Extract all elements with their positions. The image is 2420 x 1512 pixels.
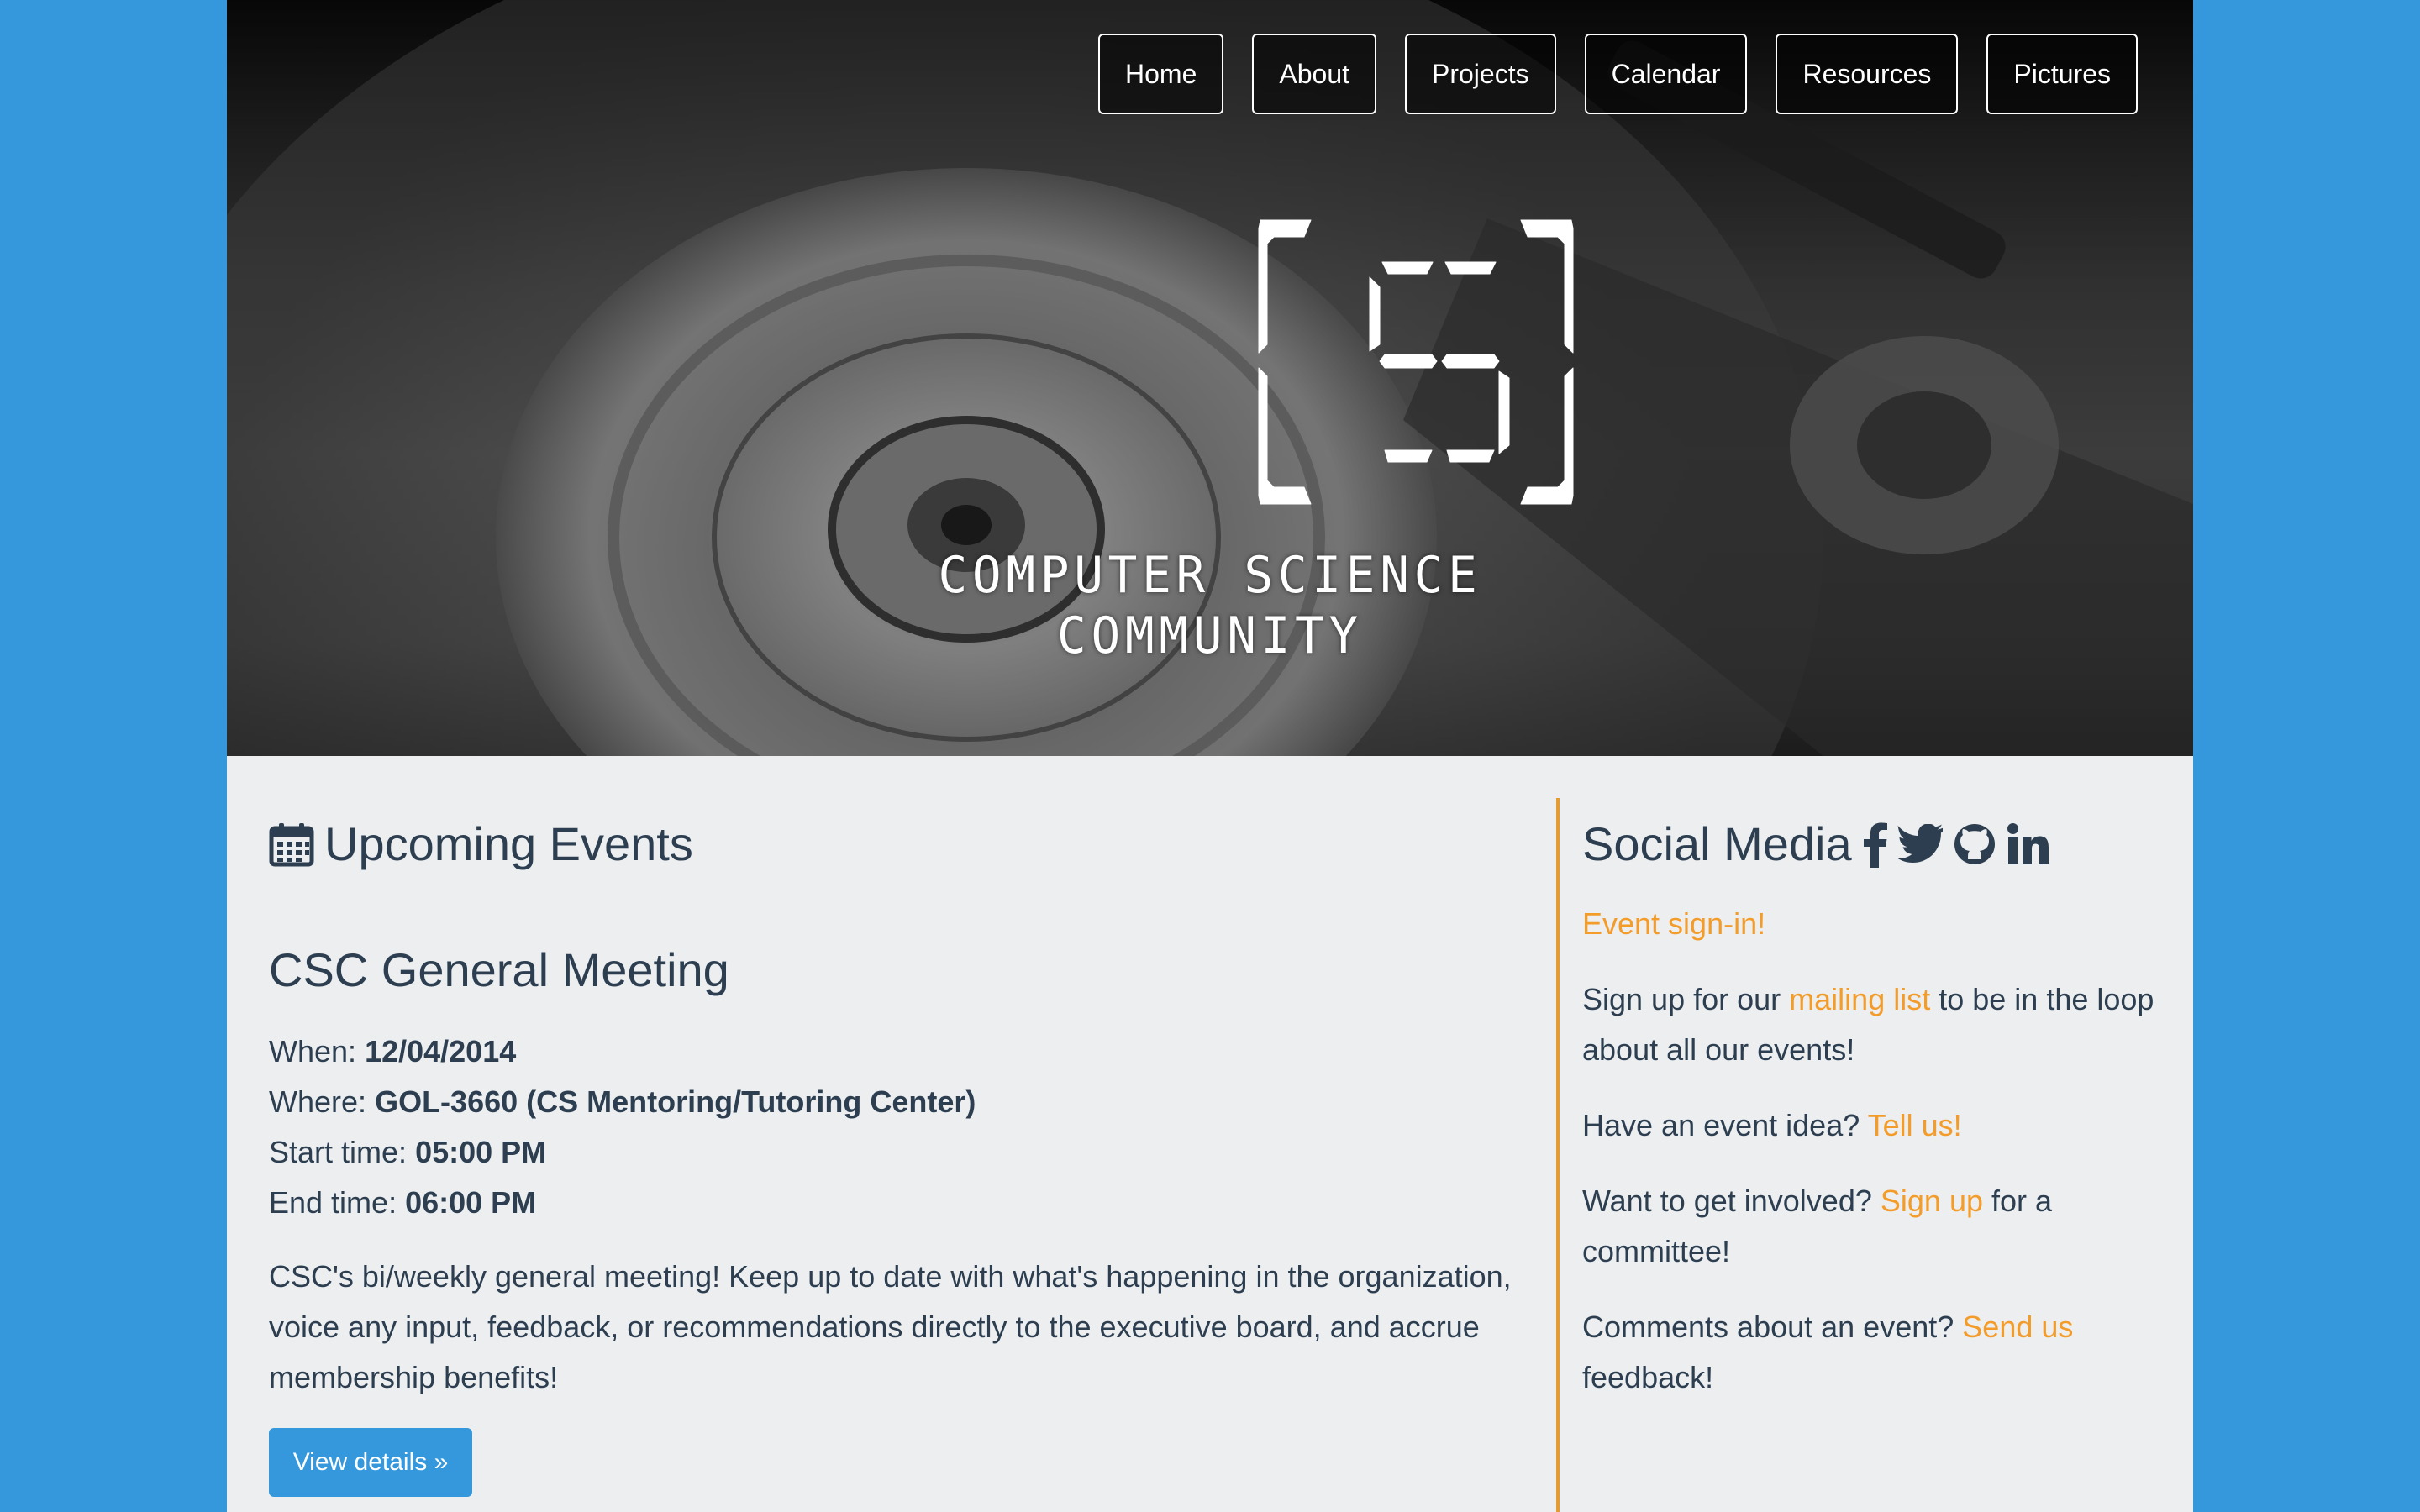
view-details-button[interactable]: View details » [269, 1428, 472, 1497]
events-heading: Upcoming Events [269, 816, 693, 871]
event-where: Where: GOL-3660 (CS Mentoring/Tutoring C… [269, 1077, 976, 1127]
tagline-line-2: COMMUNITY [1057, 606, 1363, 665]
feedback-paragraph: Comments about an event? Send us feedbac… [1582, 1302, 2187, 1403]
event-end-value: 06:00 PM [405, 1185, 537, 1220]
event-title: CSC General Meeting [269, 943, 729, 996]
send-us-link[interactable]: Send us [1962, 1310, 2073, 1344]
event-where-label: Where: [269, 1084, 367, 1119]
mailing-list-paragraph: Sign up for our mailing list to be in th… [1582, 974, 2187, 1075]
event-idea-pre: Have an event idea? [1582, 1108, 1860, 1142]
event-when-value: 12/04/2014 [365, 1034, 517, 1068]
get-involved-pre: Want to get involved? [1582, 1184, 1872, 1218]
event-idea-paragraph: Have an event idea? Tell us! [1582, 1100, 2187, 1151]
event-start-label: Start time: [269, 1135, 408, 1169]
github-icon[interactable] [1953, 822, 1996, 866]
event-end: End time: 06:00 PM [269, 1178, 976, 1228]
event-description: CSC's bi/weekly general meeting! Keep up… [269, 1259, 1512, 1394]
feedback-post: feedback! [1582, 1360, 1714, 1394]
mailing-list-pre: Sign up for our [1582, 982, 1781, 1016]
column-divider [1556, 798, 1560, 1512]
social-heading-text: Social Media [1582, 817, 1852, 870]
event-signin-link[interactable]: Event sign-in! [1582, 906, 1765, 941]
event-when-label: When: [269, 1034, 357, 1068]
event-end-label: End time: [269, 1185, 397, 1220]
event-when: When: 12/04/2014 [269, 1026, 976, 1077]
events-heading-text: Upcoming Events [324, 817, 693, 870]
event-where-value: GOL-3660 (CS Mentoring/Tutoring Center) [375, 1084, 976, 1119]
event-start-value: 05:00 PM [415, 1135, 547, 1169]
tell-us-link[interactable]: Tell us! [1868, 1108, 1962, 1142]
get-involved-paragraph: Want to get involved? Sign up for a comm… [1582, 1176, 2187, 1277]
event-details: When: 12/04/2014 Where: GOL-3660 (CS Men… [269, 1026, 976, 1228]
mailing-list-link[interactable]: mailing list [1789, 982, 1930, 1016]
tagline-line-1: COMPUTER SCIENCE [938, 546, 1482, 605]
calendar-icon [269, 822, 314, 867]
linkedin-icon[interactable] [2007, 822, 2050, 866]
main-content: Upcoming Events CSC General Meeting When… [227, 756, 2193, 1512]
feedback-pre: Comments about an event? [1582, 1310, 1954, 1344]
twitter-icon[interactable] [1897, 823, 1943, 864]
facebook-icon[interactable] [1862, 821, 1887, 868]
event-signin-paragraph: Event sign-in! [1582, 899, 2187, 949]
hero-banner: Home About Projects Calendar Resources P… [227, 0, 2193, 756]
sign-up-link[interactable]: Sign up [1881, 1184, 1983, 1218]
event-start: Start time: 05:00 PM [269, 1127, 976, 1178]
social-heading: Social Media [1582, 816, 2050, 871]
page: Home About Projects Calendar Resources P… [227, 0, 2193, 1512]
